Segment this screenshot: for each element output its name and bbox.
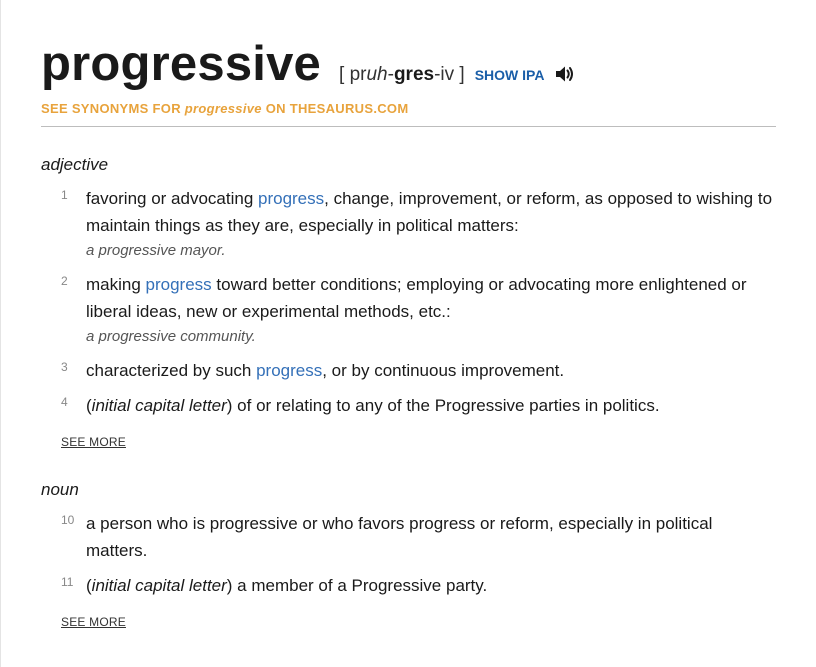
- definition-text: characterized by such progress, or by co…: [86, 361, 565, 380]
- speaker-icon[interactable]: [554, 64, 576, 84]
- definition-number: 11: [61, 575, 74, 589]
- definition-item: 1 favoring or advocating progress, chang…: [41, 185, 776, 261]
- definition-number: 1: [61, 188, 68, 202]
- see-more-noun-link[interactable]: SEE MORE: [61, 615, 126, 629]
- definition-number: 3: [61, 360, 68, 374]
- definition-example: a progressive community.: [86, 328, 256, 345]
- pronunciation: [ pruh-gres-iv ]: [339, 64, 465, 85]
- page-left-border: [0, 0, 1, 667]
- definition-item: 4 (initial capital letter) of or relatin…: [41, 392, 776, 419]
- progress-link[interactable]: progress: [258, 189, 324, 208]
- definition-text: (initial capital letter) of or relating …: [86, 396, 660, 415]
- thesaurus-synonyms-link[interactable]: SEE SYNONYMS FOR progressive ON THESAURU…: [41, 101, 408, 116]
- definition-number: 4: [61, 395, 68, 409]
- definition-number: 2: [61, 274, 68, 288]
- definition-text: making progress toward better conditions…: [86, 275, 747, 321]
- definition-text: favoring or advocating progress, change,…: [86, 189, 773, 235]
- definition-item: 2 making progress toward better conditio…: [41, 271, 776, 347]
- definition-number: 10: [61, 513, 75, 527]
- definition-text: (initial capital letter) a member of a P…: [86, 576, 488, 595]
- show-ipa-button[interactable]: SHOW IPA: [475, 67, 545, 83]
- headword-row: progressive [ pruh-gres-iv ] SHOW IPA: [41, 36, 576, 92]
- see-more-adjective-link[interactable]: SEE MORE: [61, 435, 126, 449]
- progress-link[interactable]: progress: [256, 361, 322, 380]
- part-of-speech-adjective: adjective: [41, 155, 109, 174]
- divider: [41, 126, 776, 127]
- definition-item: 11 (initial capital letter) a member of …: [41, 572, 776, 599]
- part-of-speech-noun: noun: [41, 480, 79, 499]
- progress-link[interactable]: progress: [146, 275, 212, 294]
- definition-item: 10 a person who is progressive or who fa…: [41, 510, 776, 564]
- definition-text: a person who is progressive or who favor…: [86, 514, 713, 560]
- headword: progressive: [41, 37, 322, 91]
- definition-example: a progressive mayor.: [86, 242, 226, 259]
- definition-item: 3 characterized by such progress, or by …: [41, 357, 776, 384]
